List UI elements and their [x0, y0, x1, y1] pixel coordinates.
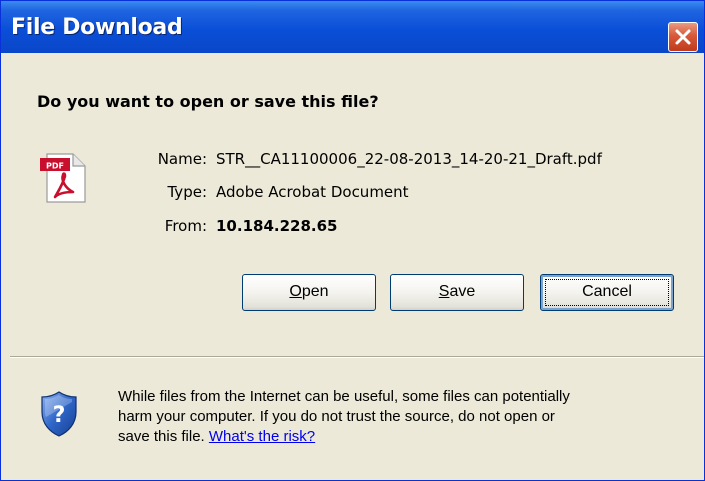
name-label: Name:: [157, 150, 207, 168]
warning-line-1: While files from the Internet can be use…: [118, 388, 570, 405]
open-button-label: Open: [289, 275, 328, 309]
security-warning: While files from the Internet can be use…: [118, 387, 698, 447]
shield-question-icon: ?: [39, 390, 79, 442]
save-label-rest: ave: [449, 283, 476, 300]
open-button[interactable]: Open: [242, 274, 376, 311]
file-download-dialog: File Download Do you want to open or sav…: [0, 0, 705, 481]
warning-line-3-text: save this file.: [118, 428, 205, 445]
warning-line-3: save this file. What's the risk?: [118, 427, 698, 447]
svg-text:?: ?: [53, 403, 66, 428]
file-name: STR__CA11100006_22-08-2013_14-20-21_Draf…: [216, 150, 602, 168]
open-mnemonic: O: [289, 283, 302, 300]
close-icon: [675, 29, 691, 45]
svg-text:PDF: PDF: [46, 162, 64, 171]
file-source: 10.184.228.65: [216, 217, 338, 235]
cancel-button[interactable]: Cancel: [540, 274, 674, 311]
pdf-file-icon: PDF: [39, 148, 91, 210]
file-type: Adobe Acrobat Document: [216, 183, 409, 201]
save-button-label: Save: [439, 275, 475, 309]
save-mnemonic: S: [438, 283, 450, 300]
download-question: Do you want to open or save this file?: [37, 92, 379, 111]
whats-the-risk-link[interactable]: What's the risk?: [209, 428, 315, 445]
title-bar[interactable]: File Download: [1, 1, 704, 53]
divider-highlight: [10, 357, 704, 358]
focus-ring: [545, 279, 669, 306]
open-label-rest: pen: [301, 283, 329, 300]
warning-line-2: harm your computer. If you do not trust …: [118, 408, 555, 425]
window-title: File Download: [11, 15, 183, 40]
save-button[interactable]: Save: [390, 274, 524, 311]
type-label: Type:: [167, 183, 207, 201]
close-button[interactable]: [668, 22, 698, 52]
from-label: From:: [164, 217, 207, 235]
